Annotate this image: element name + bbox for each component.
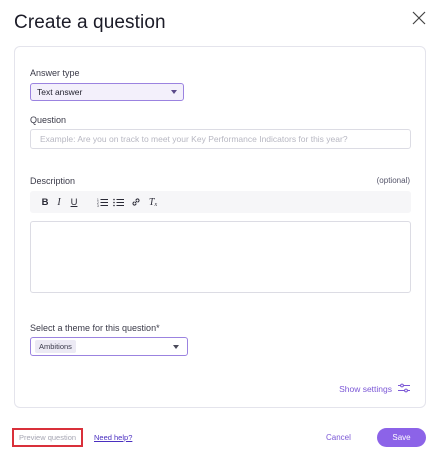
italic-button[interactable]: I (52, 194, 66, 210)
answer-type-select[interactable]: Text answer (30, 83, 184, 101)
description-label: Description (30, 176, 76, 186)
toolbar-spacer (82, 194, 94, 210)
ordered-list-icon[interactable]: 123 (94, 194, 110, 210)
theme-chip: Ambitions (35, 340, 76, 353)
theme-select[interactable]: Ambitions (30, 337, 188, 356)
sliders-icon (398, 383, 410, 395)
question-form-card: Answer type Text answer Question Descrip… (14, 46, 426, 408)
bullet-list-icon[interactable] (110, 194, 126, 210)
cancel-button[interactable]: Cancel (326, 433, 351, 442)
underline-button[interactable]: U (66, 194, 82, 210)
show-settings-label: Show settings (339, 384, 392, 394)
close-icon[interactable] (412, 11, 426, 25)
theme-label: Select a theme for this question* (30, 323, 160, 333)
bold-button[interactable]: B (38, 194, 52, 210)
description-editor[interactable] (30, 221, 411, 293)
clear-format-button[interactable]: Tx (146, 194, 160, 210)
optional-label: (optional) (376, 176, 410, 185)
caret-down-icon (173, 344, 179, 349)
answer-type-value: Text answer (37, 87, 83, 97)
svg-text:3: 3 (97, 204, 99, 207)
question-label: Question (30, 115, 67, 125)
link-icon[interactable] (126, 194, 146, 210)
page-title: Create a question (14, 12, 166, 33)
need-help-link[interactable]: Need help? (94, 433, 132, 442)
save-button[interactable]: Save (377, 428, 426, 447)
question-input[interactable] (30, 129, 411, 149)
caret-down-icon (171, 90, 177, 94)
rich-text-toolbar: B I U 123 Tx (30, 191, 411, 213)
preview-question-button[interactable]: Preview question (12, 428, 83, 447)
answer-type-label: Answer type (30, 68, 80, 78)
show-settings-button[interactable]: Show settings (339, 383, 410, 395)
